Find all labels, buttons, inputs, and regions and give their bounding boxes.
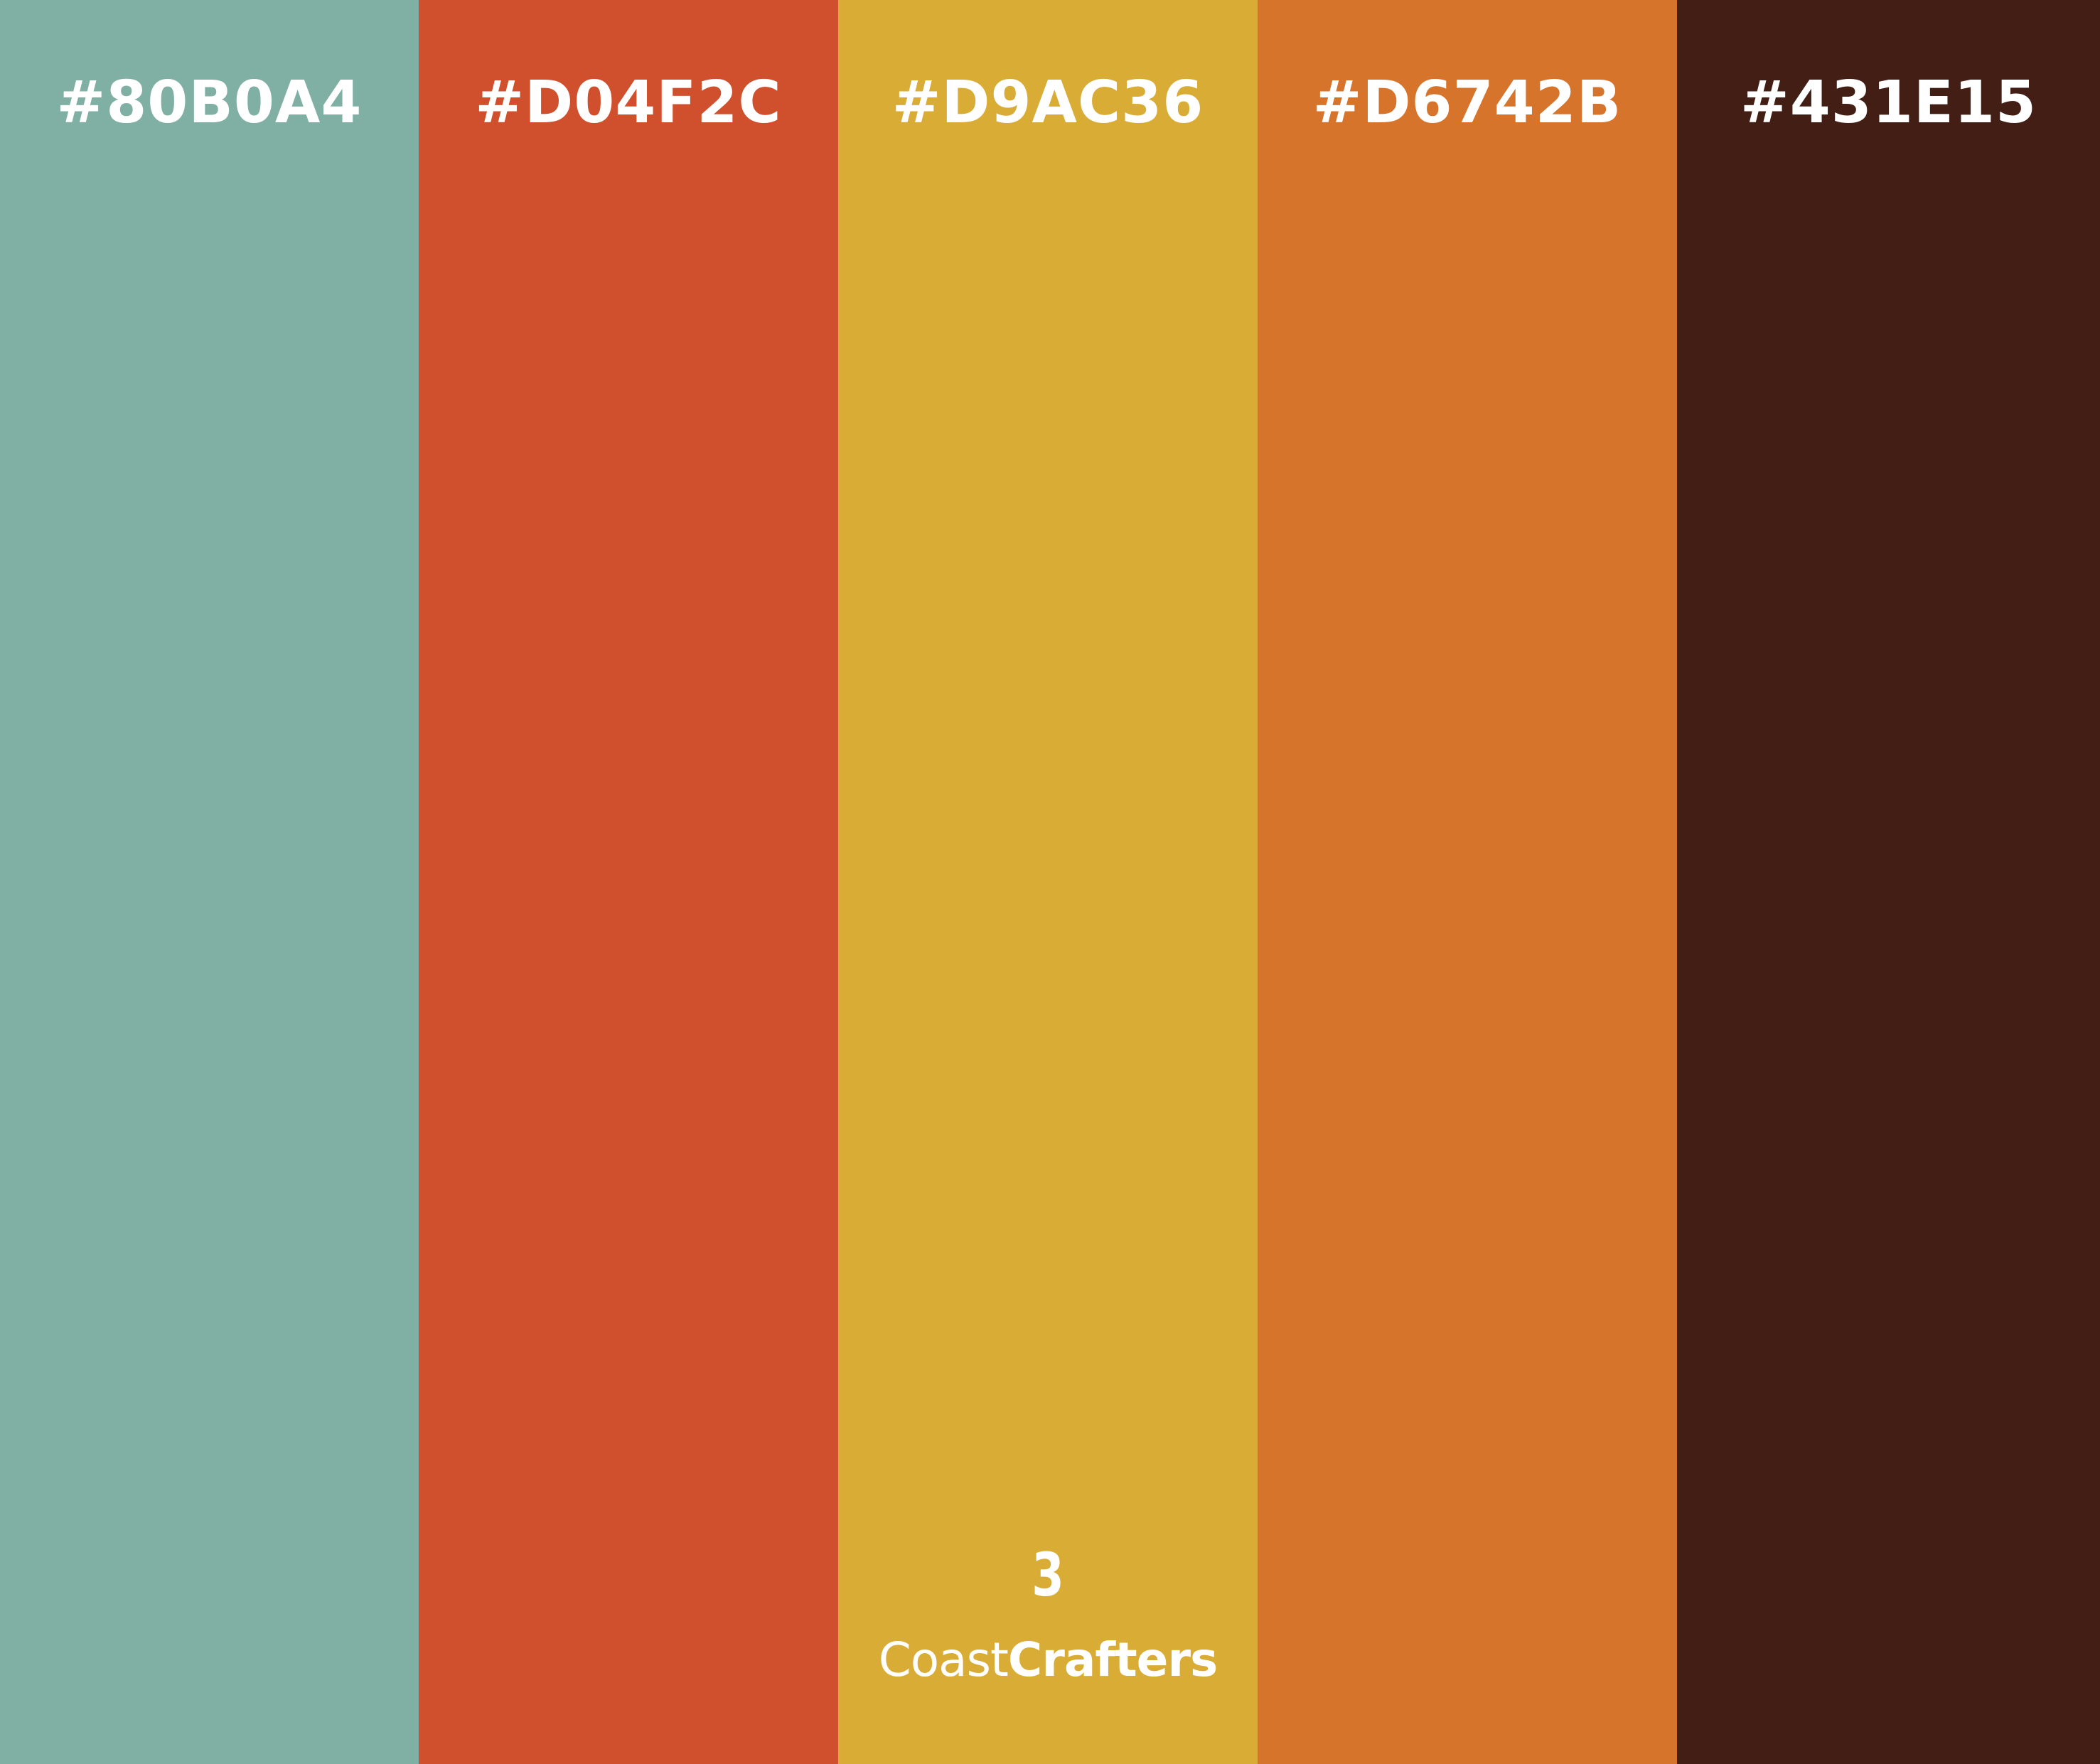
swatch-1-hex-label: #80B0A4: [56, 69, 363, 137]
swatch-1: #80B0A4: [0, 0, 419, 1764]
swatch-5: #431E15: [1677, 0, 2100, 1764]
brand-logo: 3 CoastCrafters: [838, 1536, 1258, 1692]
swatch-4: #D6742B: [1258, 0, 1677, 1764]
brand-name-light: Coast: [878, 1632, 1009, 1687]
brand-mark: 3: [1032, 1540, 1064, 1610]
swatch-5-hex-label: #431E15: [1740, 69, 2037, 137]
brand-wordmark: CoastCrafters: [838, 1628, 1258, 1692]
swatch-2: #D04F2C: [419, 0, 838, 1764]
swatch-4-hex-label: #D6742B: [1312, 69, 1622, 137]
swatch-3: #D9AC36 3 CoastCrafters: [838, 0, 1258, 1764]
color-palette: #80B0A4 #D04F2C #D9AC36 3 CoastCrafters …: [0, 0, 2100, 1764]
swatch-3-hex-label: #D9AC36: [891, 69, 1204, 137]
swatch-2-hex-label: #D04F2C: [475, 69, 782, 137]
brand-name-bold: Crafters: [1007, 1632, 1218, 1687]
